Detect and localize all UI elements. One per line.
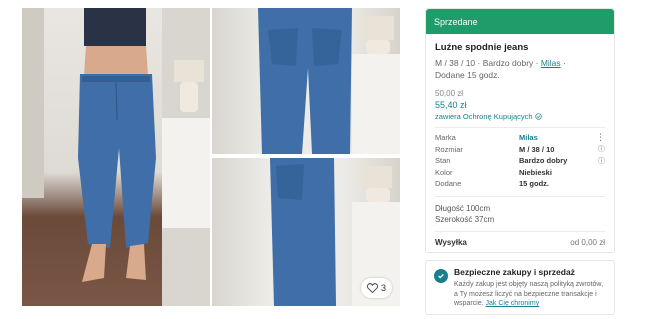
shipping-label: Wysyłka (435, 237, 467, 247)
attribute-row: Rozmiar M / 38 / 10 ⓘ (435, 144, 605, 156)
attribute-value: Bardzo dobry (519, 156, 568, 166)
attribute-value-brand[interactable]: Milas (519, 133, 595, 142)
item-summary: M / 38 / 10 · Bardzo dobry · Milas · Dod… (435, 57, 605, 81)
buyer-protection-text: Bezpieczne zakupy i sprzedaż Każdy zakup… (454, 267, 606, 314)
attribute-value: Niebieski (519, 167, 552, 177)
photo-back-top[interactable] (212, 8, 400, 154)
protection-note-text: zawiera Ochronę Kupujących (435, 112, 533, 121)
shipping-value: od 0,00 zł (570, 237, 605, 247)
protection-note[interactable]: zawiera Ochronę Kupujących (435, 112, 605, 121)
item-title: Luźne spodnie jeans (435, 42, 529, 53)
item-description: Długość 100cm Szerokość 37cm (426, 203, 614, 225)
photo-gallery: 3 (0, 0, 410, 319)
description-line: Długość 100cm (435, 203, 491, 213)
attribute-row: Dodane 15 godz. (435, 178, 605, 190)
shipping-row: Wysyłka od 0,00 zł (426, 238, 614, 247)
attribute-row: Stan Bardzo dobry ⓘ (435, 155, 605, 167)
attribute-row: Kolor Niebieski (435, 167, 605, 179)
attributes-list: ⋮ Marka Milas Rozmiar M / 38 / 10 ⓘ Stan… (426, 128, 614, 190)
sold-banner: Sprzedane (426, 9, 614, 34)
attribute-label: Dodane (435, 179, 462, 189)
buyer-protection-card: Bezpieczne zakupy i sprzedaż Każdy zakup… (425, 260, 615, 315)
photo-main[interactable] (22, 8, 210, 306)
item-header: Luźne spodnie jeans M / 38 / 10 · Bardzo… (426, 34, 614, 81)
favourite-count: 3 (380, 283, 386, 293)
buyer-protection-title: Bezpieczne zakupy i sprzedaż (454, 267, 575, 277)
more-options-icon[interactable]: ⋮ (596, 132, 605, 143)
attribute-label: Rozmiar (435, 144, 463, 154)
divider (435, 230, 605, 232)
buyer-protection-link[interactable]: Jak Cię chronimy (486, 300, 540, 307)
attribute-value: M / 38 / 10 (519, 144, 555, 154)
info-icon[interactable]: ⓘ (595, 156, 605, 166)
item-details-panel: Sprzedane Luźne spodnie jeans M / 38 / 1… (425, 8, 615, 253)
summary-added: Dodane 15 godz. (435, 70, 500, 80)
attribute-label: Marka (435, 133, 456, 143)
shield-icon (534, 113, 542, 120)
summary-brand-link[interactable]: Milas (541, 58, 561, 68)
buyer-protection-body: Każdy zakup jest objęty naszą polityką z… (454, 280, 606, 309)
favourite-button[interactable]: 3 (360, 278, 392, 298)
price-original: 50,00 zł (435, 89, 464, 98)
attribute-row: Marka Milas (435, 132, 605, 144)
shield-check-icon (434, 269, 448, 283)
divider (435, 195, 605, 197)
price-with-protection: 55,40 zł (435, 100, 467, 110)
attribute-label: Kolor (435, 167, 453, 177)
info-icon[interactable]: ⓘ (595, 144, 605, 154)
price-box: 50,00 zł 55,40 zł zawiera Ochronę Kupują… (426, 89, 614, 121)
photo-back-bottom[interactable]: 3 (212, 158, 400, 306)
summary-size-condition: M / 38 / 10 · Bardzo dobry · (435, 58, 541, 68)
summary-separator: · (560, 58, 566, 68)
attribute-label: Stan (435, 156, 451, 166)
heart-icon (366, 283, 378, 293)
attribute-value: 15 godz. (519, 179, 550, 189)
description-line: Szerokość 37cm (435, 214, 495, 224)
